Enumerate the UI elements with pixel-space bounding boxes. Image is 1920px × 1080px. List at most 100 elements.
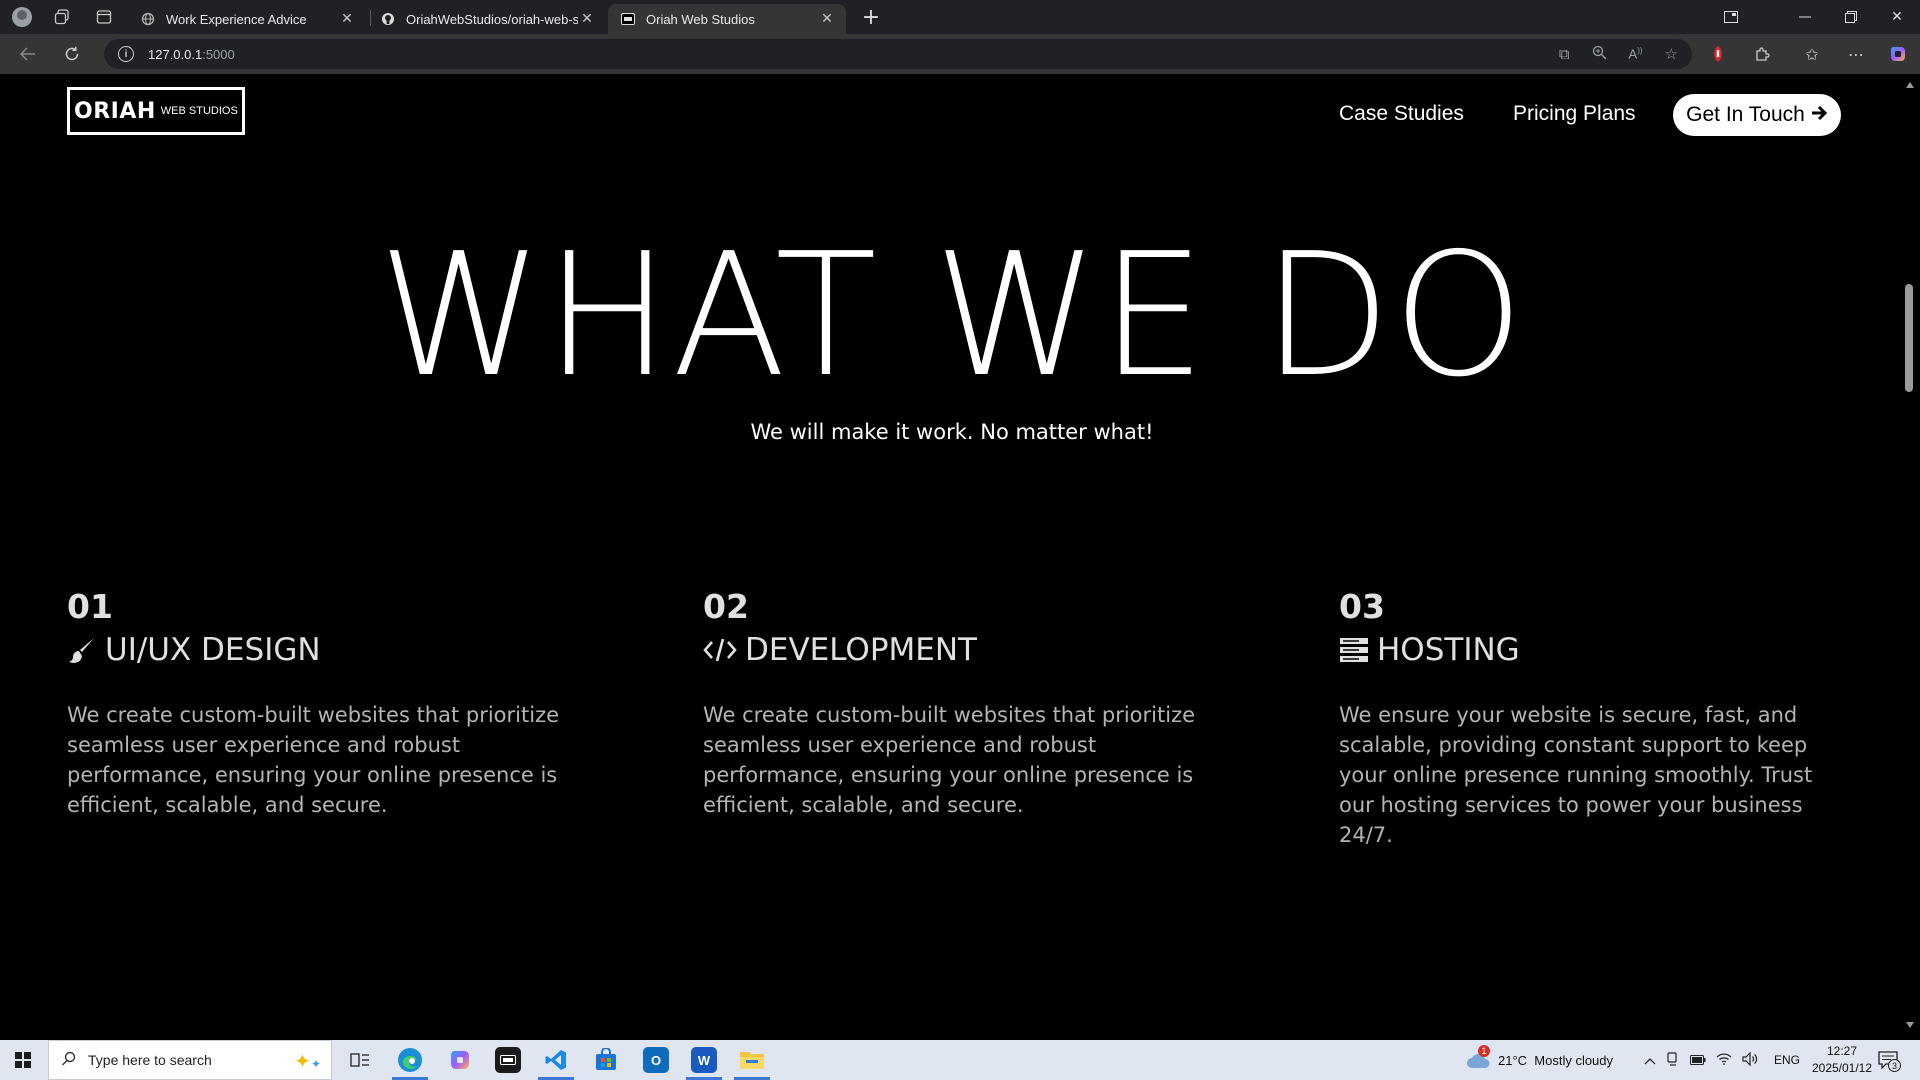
service-heading: UI/UX DESIGN xyxy=(67,632,587,668)
service-number: 03 xyxy=(1339,587,1385,626)
extensions-puzzle-icon[interactable] xyxy=(1748,40,1776,68)
close-window-button[interactable]: ✕ xyxy=(1874,0,1920,34)
taskbar-word-icon[interactable]: W xyxy=(680,1040,728,1080)
windows-taskbar: Type here to search ✦✦ O W 1 21°C Mostly… xyxy=(0,1040,1920,1080)
vertical-tabs-icon[interactable] xyxy=(84,0,124,34)
close-tab-icon[interactable]: ✕ xyxy=(818,11,836,27)
service-title: HOSTING xyxy=(1377,632,1520,668)
service-heading: HOSTING xyxy=(1339,632,1859,668)
service-description: We create custom-built websites that pri… xyxy=(703,703,1196,817)
oriah-logo[interactable]: ORIAH WEB STUDIOS xyxy=(67,87,245,135)
outlook-icon: O xyxy=(643,1047,669,1073)
logo-sub-text: WEB STUDIOS xyxy=(160,105,238,117)
notifications-button[interactable]: 3 xyxy=(1878,1040,1901,1080)
system-tray-icons: ENG xyxy=(1644,1040,1800,1080)
site-app-icon xyxy=(495,1047,521,1073)
arrow-right-icon xyxy=(1811,104,1828,127)
volume-icon[interactable] xyxy=(1742,1051,1758,1069)
browser-tab-bar: Work Experience Advice ✕ OriahWebStudios… xyxy=(0,0,1920,34)
taskbar-vscode-icon[interactable] xyxy=(532,1040,580,1080)
read-aloud-icon[interactable]: A)) xyxy=(1629,46,1643,61)
start-button[interactable] xyxy=(0,1040,46,1080)
favorites-icon[interactable]: ✩ xyxy=(1798,40,1826,68)
taskbar-search-box[interactable]: Type here to search ✦✦ xyxy=(48,1040,332,1080)
workspaces-icon[interactable] xyxy=(42,0,82,34)
service-title: UI/UX DESIGN xyxy=(105,632,321,668)
service-description: We create custom-built websites that pri… xyxy=(67,703,560,817)
close-tab-icon[interactable]: ✕ xyxy=(578,11,596,27)
github-icon xyxy=(380,11,396,27)
task-view-icon[interactable] xyxy=(336,1040,384,1080)
new-tab-button[interactable]: + xyxy=(858,4,884,30)
url-port: :5000 xyxy=(202,46,235,62)
windows-logo-icon xyxy=(15,1052,31,1068)
search-highlight-icon: ✦✦ xyxy=(294,1051,321,1073)
tab-github[interactable]: OriahWebStudios/oriah-web-stud ✕ xyxy=(368,4,606,34)
weather-text: 21°C Mostly cloudy xyxy=(1498,1052,1614,1068)
service-description: We ensure your website is secure, fast, … xyxy=(1339,703,1813,847)
cta-label: Get In Touch xyxy=(1686,103,1805,126)
taskbar-site-app-icon[interactable] xyxy=(484,1040,532,1080)
tab-title: Oriah Web Studios xyxy=(646,11,755,27)
taskbar-file-explorer-icon[interactable] xyxy=(728,1040,776,1080)
page-scrollbar[interactable] xyxy=(1900,74,1920,1036)
chevron-up-icon[interactable] xyxy=(1644,1053,1656,1068)
service-title: DEVELOPMENT xyxy=(745,632,977,668)
battery-icon[interactable] xyxy=(1690,1053,1706,1068)
logo-main-text: ORIAH xyxy=(74,98,156,124)
favorite-star-icon[interactable]: ☆ xyxy=(1665,45,1678,63)
clock-date: 2025/01/12 xyxy=(1811,1061,1873,1075)
taskbar-edge-icon[interactable] xyxy=(386,1040,434,1080)
open-in-app-icon[interactable]: ⧉ xyxy=(1559,46,1570,63)
clock-time: 12:27 xyxy=(1826,1044,1858,1058)
search-placeholder: Type here to search xyxy=(88,1052,212,1068)
taskbar-store-icon[interactable] xyxy=(582,1040,630,1080)
site-info-icon[interactable]: i xyxy=(118,46,134,62)
taskbar-outlook-icon[interactable]: O xyxy=(632,1040,680,1080)
close-tab-icon[interactable]: ✕ xyxy=(338,11,356,27)
address-toolbar: i 127.0.0.1:5000 ⧉ A)) ☆ ✩ ⋯ xyxy=(0,34,1920,74)
tab-oriah-web-studios[interactable]: Oriah Web Studios ✕ xyxy=(608,4,846,34)
minimize-button[interactable] xyxy=(1782,0,1828,34)
more-menu-icon[interactable]: ⋯ xyxy=(1842,40,1870,68)
scroll-thumb[interactable] xyxy=(1905,284,1913,392)
server-icon xyxy=(1339,637,1369,663)
paintbrush-icon xyxy=(67,635,97,665)
get-in-touch-button[interactable]: Get In Touch xyxy=(1673,94,1841,136)
meet-now-icon[interactable] xyxy=(1666,1051,1680,1069)
copilot-icon[interactable] xyxy=(1884,40,1912,68)
tab-title: OriahWebStudios/oriah-web-stud xyxy=(406,11,578,27)
wifi-icon[interactable] xyxy=(1716,1053,1732,1068)
profile-avatar-icon xyxy=(12,7,32,27)
notification-icon: 3 xyxy=(1878,1051,1901,1072)
extension-icon[interactable] xyxy=(1704,40,1732,68)
nav-pricing-plans[interactable]: Pricing Plans xyxy=(1513,102,1636,126)
service-number: 01 xyxy=(67,587,113,626)
system-clock[interactable]: 12:27 2025/01/12 xyxy=(1810,1043,1874,1077)
search-icon xyxy=(61,1051,76,1070)
tab-title: Work Experience Advice xyxy=(166,11,307,27)
tab-work-experience[interactable]: Work Experience Advice ✕ xyxy=(128,4,366,34)
zoom-icon[interactable] xyxy=(1592,45,1607,64)
notification-count-badge: 3 xyxy=(1888,1059,1901,1072)
scroll-down-arrow-icon[interactable] xyxy=(1906,1022,1914,1028)
weather-widget[interactable]: 1 21°C Mostly cloudy xyxy=(1466,1040,1613,1080)
language-indicator[interactable]: ENG xyxy=(1774,1053,1800,1067)
refresh-icon[interactable] xyxy=(56,38,88,70)
restore-button[interactable] xyxy=(1828,0,1874,34)
scroll-up-arrow-icon[interactable] xyxy=(1906,82,1914,88)
website-viewport: ORIAH WEB STUDIOS Case Studies Pricing P… xyxy=(4,74,1900,1036)
nav-case-studies[interactable]: Case Studies xyxy=(1339,102,1464,126)
profile-button[interactable] xyxy=(2,0,42,34)
window-share-icon[interactable] xyxy=(1708,0,1754,34)
cloud-weather-icon: 1 xyxy=(1466,1045,1490,1069)
taskbar-copilot-icon[interactable] xyxy=(436,1040,484,1080)
service-card-development: 02 DEVELOPMENT We create custom-built we… xyxy=(703,587,1223,820)
service-card-hosting: 03 HOSTING We ensure your website is sec… xyxy=(1339,587,1859,850)
back-icon[interactable] xyxy=(12,38,44,70)
hero-title: WHAT WE DO xyxy=(378,217,1526,415)
url-bar[interactable]: i 127.0.0.1:5000 ⧉ A)) ☆ xyxy=(104,39,1692,69)
site-icon xyxy=(620,11,636,27)
url-bar-actions: ⧉ A)) ☆ xyxy=(1559,39,1678,69)
code-icon xyxy=(703,636,737,664)
